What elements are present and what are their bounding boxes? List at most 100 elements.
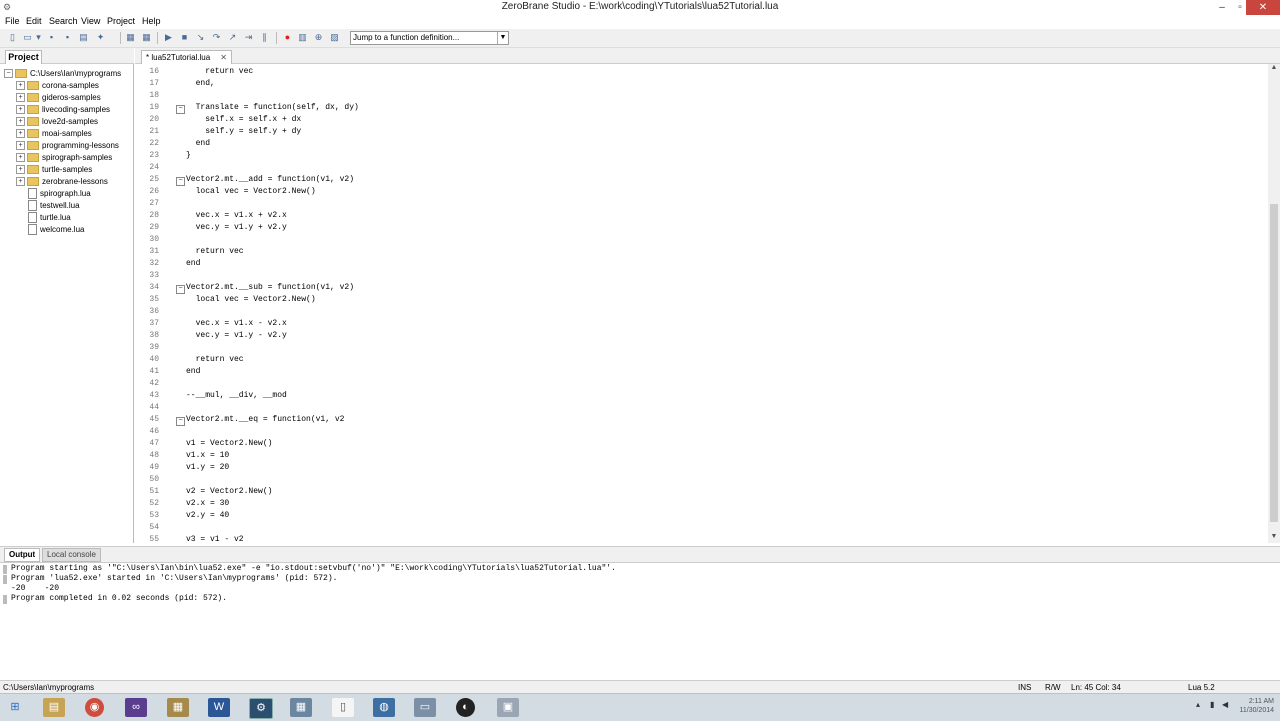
taskbar-clock[interactable]: 2:11 AM 11/30/2014 [1239,697,1274,715]
replace-icon[interactable]: ▦ [141,32,152,43]
step-out-icon[interactable]: ↗ [227,32,238,43]
watch-window-icon[interactable]: ⊕ [313,32,324,43]
tree-file-testwell.lua[interactable]: testwell.lua [28,200,80,212]
tree-folder-spirograph-samples[interactable]: + spirograph-samples [16,152,112,164]
network-tray-icon[interactable]: ▮ [1210,700,1214,709]
tab-lua52tutorial[interactable]: * lua52Tutorial.lua ✕ [141,50,232,64]
expand-icon[interactable]: + [16,141,25,151]
expand-icon[interactable]: + [16,117,25,127]
tree-folder-love2d-samples[interactable]: + love2d-samples [16,116,98,128]
tree-file-welcome.lua[interactable]: welcome.lua [28,224,84,236]
tree-file-spirograph.lua[interactable]: spirograph.lua [28,188,91,200]
save-icon[interactable]: ▪ [46,32,57,43]
project-directory-icon[interactable]: ▤ [78,32,89,43]
fold-marker-icon[interactable]: − [176,417,185,426]
tab-local-console[interactable]: Local console [42,548,101,562]
code-line[interactable]: Vector2.mt.__eq = function(v1, v2 [186,415,344,424]
file-manager-icon[interactable]: ▦ [167,698,189,717]
code-line[interactable]: v2.y = 40 [186,511,229,520]
expand-icon[interactable]: + [16,105,25,115]
break-icon[interactable]: ∥ [259,32,270,43]
code-line[interactable]: end, [186,79,215,88]
find-icon[interactable]: ▦ [125,32,136,43]
code-line[interactable]: local vec = Vector2.New() [186,187,316,196]
stack-window-icon[interactable]: ▥ [297,32,308,43]
chrome-icon[interactable]: ◉ [85,698,104,717]
calculator-icon[interactable]: ▦ [290,698,312,717]
code-line[interactable]: end [186,367,200,376]
save-all-icon[interactable]: ▪ [62,32,73,43]
run-icon[interactable]: ▶ [163,32,174,43]
fold-marker-icon[interactable]: − [176,285,185,294]
code-line[interactable]: return vec [186,355,244,364]
visual-studio-icon[interactable]: ∞ [125,698,147,717]
code-line[interactable]: vec.y = v1.y - v2.y [186,331,287,340]
expand-icon[interactable]: + [16,165,25,175]
editor-vertical-scrollbar[interactable]: ▲ ▼ [1268,64,1280,543]
menu-search[interactable]: Search [49,16,78,26]
code-line[interactable]: end [186,259,200,268]
close-button[interactable]: ✕ [1246,0,1280,15]
tree-folder-livecoding-samples[interactable]: + livecoding-samples [16,104,110,116]
expand-icon[interactable]: + [16,177,25,187]
tree-folder-corona-samples[interactable]: + corona-samples [16,80,99,92]
code-line[interactable]: return vec [186,67,253,76]
code-line[interactable]: end [186,139,210,148]
output-console[interactable]: Program starting as '"C:\Users\Ian\bin\l… [0,562,1280,680]
open-file-icon[interactable]: ▭ [22,32,33,43]
tab-project[interactable]: Project [5,50,42,64]
settings-icon[interactable]: ✦ [95,32,106,43]
code-line[interactable]: self.y = self.y + dy [186,127,301,136]
tree-folder-programming-lessons[interactable]: + programming-lessons [16,140,119,152]
code-line[interactable]: v2 = Vector2.New() [186,487,272,496]
menu-view[interactable]: View [81,16,100,26]
expand-icon[interactable]: + [16,81,25,91]
code-line[interactable]: v2.x = 30 [186,499,229,508]
fold-marker-icon[interactable]: − [176,105,185,114]
menu-help[interactable]: Help [142,16,161,26]
code-line[interactable]: Translate = function(self, dx, dy) [186,103,359,112]
step-over-icon[interactable]: ↷ [211,32,222,43]
code-line[interactable]: Vector2.mt.__add = function(v1, v2) [186,175,354,184]
code-line[interactable]: vec.x = v1.x - v2.x [186,319,287,328]
code-line[interactable]: local vec = Vector2.New() [186,295,316,304]
app-icon[interactable]: ▣ [497,698,519,717]
tree-folder-turtle-samples[interactable]: + turtle-samples [16,164,92,176]
file-explorer-icon[interactable]: ▤ [43,698,65,717]
word-icon[interactable]: W [208,698,230,717]
step-into-icon[interactable]: ↘ [195,32,206,43]
notepad-icon[interactable]: ▯ [332,698,354,717]
code-line[interactable]: vec.x = v1.x + v2.x [186,211,287,220]
code-line[interactable]: } [186,151,191,160]
menu-edit[interactable]: Edit [26,16,42,26]
tray-up-icon[interactable]: ▴ [1196,700,1200,709]
code-line[interactable]: v1.y = 20 [186,463,229,472]
console-icon[interactable]: ▨ [329,32,340,43]
network-icon[interactable]: ◍ [373,698,395,717]
code-line[interactable]: v1 = Vector2.New() [186,439,272,448]
scroll-up-icon[interactable]: ▲ [1268,64,1280,74]
tree-folder-moai-samples[interactable]: + moai-samples [16,128,92,140]
chevron-down-icon[interactable]: ▼ [497,32,508,44]
tree-folder-zerobrane-lessons[interactable]: + zerobrane-lessons [16,176,108,188]
tree-folder-gideros-samples[interactable]: + gideros-samples [16,92,101,104]
dropdown-icon[interactable]: ▾ [33,32,44,43]
function-jump-dropdown[interactable]: Jump to a function definition... ▼ [350,31,509,45]
code-line[interactable]: vec.y = v1.y + v2.y [186,223,287,232]
expand-icon[interactable]: + [16,153,25,163]
obs-icon[interactable]: ◐ [456,698,475,717]
stop-icon[interactable]: ■ [179,32,190,43]
code-line[interactable]: self.x = self.x + dx [186,115,301,124]
expand-icon[interactable]: + [16,129,25,139]
fold-marker-icon[interactable]: − [176,177,185,186]
run-to-cursor-icon[interactable]: ⇥ [243,32,254,43]
toggle-breakpoint-icon[interactable]: ● [282,32,293,43]
code-line[interactable]: --__mul, __div, __mod [186,391,287,400]
folder-icon[interactable]: ▭ [414,698,436,717]
code-line[interactable]: Vector2.mt.__sub = function(v1, v2) [186,283,354,292]
close-icon[interactable]: ✕ [220,53,227,62]
menu-file[interactable]: File [5,16,20,26]
new-file-icon[interactable]: ▯ [7,32,18,43]
tree-file-turtle.lua[interactable]: turtle.lua [28,212,71,224]
collapse-icon[interactable]: − [4,69,13,79]
